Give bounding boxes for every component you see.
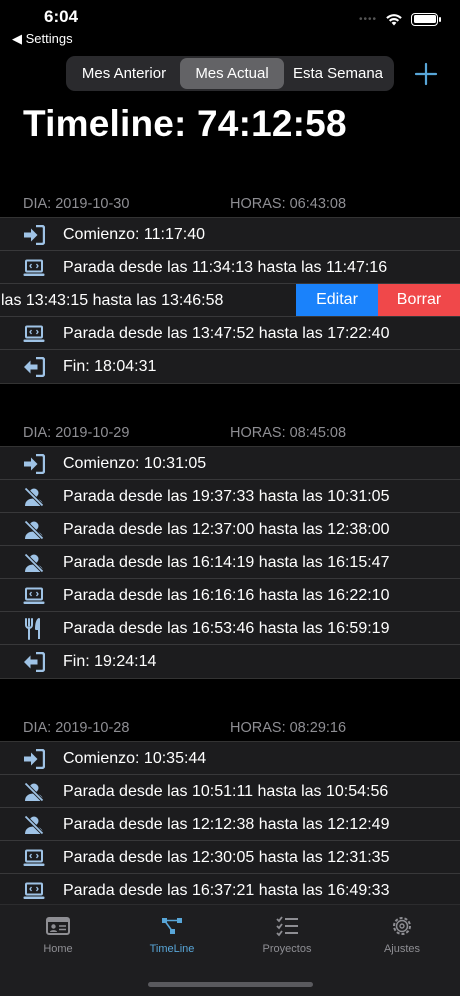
row-text: Parada desde las 10:51:11 hasta las 10:5… [63, 783, 389, 800]
segment-esta-semana[interactable]: Esta Semana [284, 58, 392, 89]
delete-button[interactable]: Borrar [378, 284, 460, 316]
tab-bar: Home TimeLine Proyectos Ajustes [0, 904, 460, 996]
tab-label: Proyectos [262, 943, 312, 955]
row-text: Fin: 18:04:31 [63, 358, 157, 375]
period-segmented-control: Mes Anterior Mes Actual Esta Semana [66, 56, 394, 91]
list-item[interactable]: Fin: 18:04:31 [0, 350, 460, 383]
list-item[interactable]: Parada desde las 13:47:52 hasta las 17:2… [0, 317, 460, 350]
list-item[interactable]: Parada desde las 16:37:21 hasta las 16:4… [0, 874, 460, 907]
tab-label: Home [43, 943, 73, 955]
laptop-icon [23, 257, 45, 279]
row-text: Parada desde las 12:37:00 hasta las 12:3… [63, 521, 390, 538]
row-text: Parada desde las 16:16:16 hasta las 16:2… [63, 587, 390, 604]
status-time: 6:04 [44, 7, 79, 26]
tab-ajustes[interactable]: Ajustes [352, 913, 452, 955]
list-item[interactable]: Parada desde las 12:12:38 hasta las 12:1… [0, 808, 460, 841]
section-header: DIA: 2019-10-29 HORAS: 08:45:08 [0, 418, 460, 448]
tab-label: Ajustes [383, 943, 421, 955]
row-text: Parada desde las 12:30:05 hasta las 12:3… [63, 849, 390, 866]
person-off-icon [23, 519, 45, 541]
list-item-swiped[interactable]: las 13:43:15 hasta las 13:46:58 Editar B… [0, 284, 460, 317]
segment-mes-actual[interactable]: Mes Actual [180, 58, 284, 89]
row-text: Fin: 19:24:14 [63, 653, 157, 670]
row-text: Parada desde las 16:37:21 hasta las 16:4… [63, 882, 390, 899]
list-item[interactable]: Parada desde las 10:51:11 hasta las 10:5… [0, 775, 460, 808]
row-text: Comienzo: 10:35:44 [63, 750, 207, 767]
plus-icon [414, 62, 438, 86]
row-text: Parada desde las 12:12:38 hasta las 12:1… [63, 816, 390, 833]
tab-label: TimeLine [149, 943, 195, 955]
person-off-icon [23, 486, 45, 508]
list-item[interactable]: Parada desde las 12:30:05 hasta las 12:3… [0, 841, 460, 874]
back-to-settings-link[interactable]: ◀ Settings [12, 31, 73, 47]
checklist-icon [274, 913, 300, 939]
timeline-icon [159, 913, 185, 939]
laptop-icon [23, 585, 45, 607]
section-date: DIA: 2019-10-29 [23, 425, 130, 441]
laptop-icon [23, 880, 45, 902]
laptop-icon [23, 323, 45, 345]
person-off-icon [23, 781, 45, 803]
page-title: Timeline: 74:12:58 [23, 103, 347, 144]
status-bar: 6:04 ◀ Settings •••• [0, 0, 460, 50]
section-hours: HORAS: 06:43:08 [230, 196, 347, 212]
edit-button[interactable]: Editar [296, 284, 378, 316]
row-text: Parada desde las 13:47:52 hasta las 17:2… [63, 325, 390, 342]
list-item[interactable]: Parada desde las 16:14:19 hasta las 16:1… [0, 546, 460, 579]
list-item[interactable]: Fin: 19:24:14 [0, 645, 460, 678]
timeline-list: Comienzo: 11:17:40 Parada desde las 11:3… [0, 217, 460, 384]
logout-icon [23, 356, 45, 378]
section-date: DIA: 2019-10-30 [23, 196, 130, 212]
id-card-icon [45, 913, 71, 939]
section-hours: HORAS: 08:29:16 [230, 720, 347, 736]
tab-proyectos[interactable]: Proyectos [237, 913, 337, 955]
row-text: Comienzo: 10:31:05 [63, 455, 207, 472]
row-text: las 13:43:15 hasta las 13:46:58 [1, 292, 224, 309]
add-button[interactable] [412, 60, 440, 88]
login-icon [23, 748, 45, 770]
signal-dots-icon: •••• [358, 13, 377, 25]
list-item[interactable]: Parada desde las 11:34:13 hasta las 11:4… [0, 251, 460, 284]
section-header: DIA: 2019-10-30 HORAS: 06:43:08 [0, 189, 460, 219]
list-item[interactable]: Comienzo: 10:35:44 [0, 742, 460, 775]
gear-icon [389, 913, 415, 939]
section-hours: HORAS: 08:45:08 [230, 425, 347, 441]
list-item[interactable]: Comienzo: 10:31:05 [0, 447, 460, 480]
fork-knife-icon [23, 618, 45, 640]
section-header: DIA: 2019-10-28 HORAS: 08:29:16 [0, 713, 460, 743]
status-icons: •••• [358, 12, 441, 26]
list-item[interactable]: Parada desde las 12:37:00 hasta las 12:3… [0, 513, 460, 546]
login-icon [23, 453, 45, 475]
list-item[interactable]: Comienzo: 11:17:40 [0, 218, 460, 251]
tab-timeline[interactable]: TimeLine [122, 913, 222, 955]
home-indicator [148, 982, 313, 987]
laptop-icon [23, 847, 45, 869]
logout-icon [23, 651, 45, 673]
row-text: Parada desde las 16:53:46 hasta las 16:5… [63, 620, 390, 637]
battery-icon [411, 12, 441, 26]
timeline-list: Comienzo: 10:35:44 Parada desde las 10:5… [0, 741, 460, 908]
row-text: Parada desde las 11:34:13 hasta las 11:4… [63, 259, 388, 276]
tab-home[interactable]: Home [8, 913, 108, 955]
person-off-icon [23, 814, 45, 836]
list-item[interactable]: Parada desde las 19:37:33 hasta las 10:3… [0, 480, 460, 513]
section-date: DIA: 2019-10-28 [23, 720, 130, 736]
row-text: Parada desde las 19:37:33 hasta las 10:3… [63, 488, 390, 505]
row-text: Comienzo: 11:17:40 [63, 226, 206, 243]
timeline-list: Comienzo: 10:31:05 Parada desde las 19:3… [0, 446, 460, 679]
person-off-icon [23, 552, 45, 574]
segment-mes-anterior[interactable]: Mes Anterior [68, 58, 180, 89]
wifi-icon [385, 12, 403, 26]
list-item[interactable]: Parada desde las 16:53:46 hasta las 16:5… [0, 612, 460, 645]
login-icon [23, 224, 45, 246]
row-text: Parada desde las 16:14:19 hasta las 16:1… [63, 554, 390, 571]
list-item[interactable]: Parada desde las 16:16:16 hasta las 16:2… [0, 579, 460, 612]
